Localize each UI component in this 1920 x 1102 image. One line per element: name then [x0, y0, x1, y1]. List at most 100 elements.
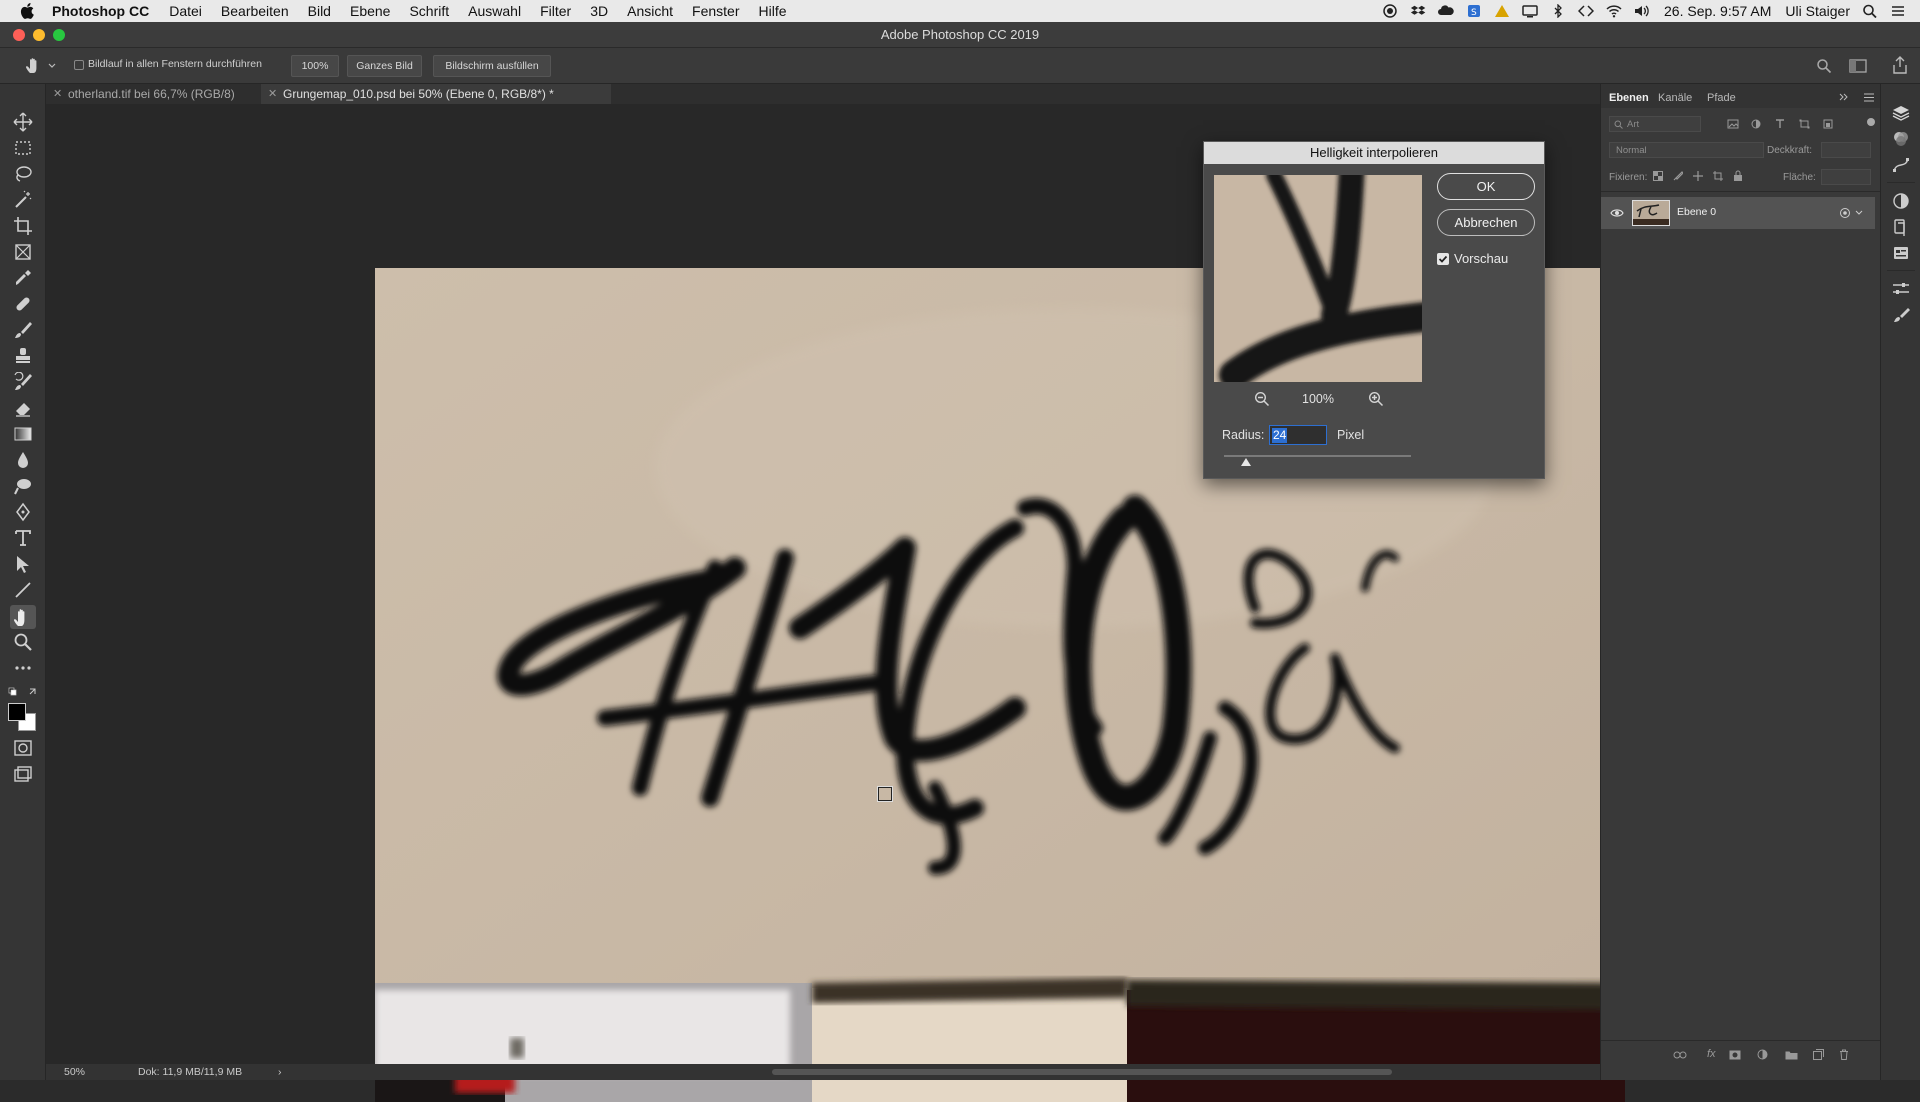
chevron-down-icon[interactable]	[1855, 210, 1863, 216]
chevron-down-icon[interactable]	[48, 63, 56, 69]
collapse-panel-icon[interactable]	[1839, 93, 1849, 101]
lock-all-icon[interactable]	[1733, 170, 1743, 181]
menu-auswahl[interactable]: Auswahl	[468, 3, 521, 19]
ok-button[interactable]: OK	[1437, 173, 1535, 200]
hand-tool-preset-icon[interactable]	[24, 56, 44, 76]
warning-icon[interactable]	[1494, 4, 1510, 18]
pen-tool-icon[interactable]	[13, 502, 33, 522]
minimize-window-button[interactable]	[33, 29, 45, 41]
wifi-icon[interactable]	[1606, 4, 1622, 18]
menu-fenster[interactable]: Fenster	[692, 3, 739, 19]
zoom-in-icon[interactable]	[1368, 391, 1384, 407]
display-icon[interactable]	[1522, 4, 1538, 18]
menu-datei[interactable]: Datei	[169, 3, 202, 19]
screen-mode-icon[interactable]	[13, 764, 33, 784]
zoom-level[interactable]: 50%	[64, 1064, 85, 1080]
close-tab-icon[interactable]: ✕	[268, 84, 277, 104]
scroll-all-windows-checkbox[interactable]	[74, 60, 84, 70]
lock-position-icon[interactable]	[1693, 171, 1703, 181]
quick-mask-icon[interactable]	[13, 738, 33, 758]
share-icon[interactable]	[1892, 56, 1908, 74]
code-brackets-icon[interactable]	[1578, 4, 1594, 18]
libraries-panel-icon[interactable]	[1892, 218, 1910, 236]
dropbox-icon[interactable]	[1410, 4, 1426, 18]
gradient-tool-icon[interactable]	[13, 424, 33, 444]
zoom-tool-icon[interactable]	[13, 632, 33, 652]
brushes-panel-icon[interactable]	[1892, 306, 1910, 324]
history-brush-tool-icon[interactable]	[13, 372, 33, 392]
status-info-arrow[interactable]: ›	[278, 1064, 282, 1080]
close-tab-icon[interactable]: ✕	[53, 84, 62, 104]
fill-field[interactable]	[1821, 169, 1871, 185]
menubar-user[interactable]: Uli Staiger	[1785, 3, 1850, 19]
crop-tool-icon[interactable]	[13, 216, 33, 236]
horizontal-scrollbar[interactable]	[772, 1069, 1392, 1075]
creative-cloud-icon[interactable]	[1438, 4, 1454, 18]
zoom-window-button[interactable]	[53, 29, 65, 41]
lock-artboard-icon[interactable]	[1713, 171, 1723, 181]
properties-panel-icon[interactable]	[1892, 244, 1910, 262]
marquee-tool-icon[interactable]	[13, 138, 33, 158]
filter-type-icon[interactable]	[1775, 119, 1785, 129]
new-group-icon[interactable]	[1785, 1050, 1798, 1060]
menu-ebene[interactable]: Ebene	[350, 3, 390, 19]
type-tool-icon[interactable]	[13, 528, 33, 548]
menu-3d[interactable]: 3D	[590, 3, 608, 19]
layers-panel-icon[interactable]	[1892, 104, 1910, 122]
dodge-tool-icon[interactable]	[13, 476, 33, 496]
app-menu[interactable]: Photoshop CC	[52, 3, 149, 19]
menubar-clock[interactable]: 26. Sep. 9:57 AM	[1664, 3, 1771, 19]
layer-name[interactable]: Ebene 0	[1677, 206, 1716, 218]
paths-panel-icon[interactable]	[1892, 156, 1910, 174]
blend-mode-select[interactable]: Normal	[1609, 142, 1764, 158]
foreground-color-swatch[interactable]	[8, 703, 26, 721]
tab-pfade[interactable]: Pfade	[1707, 92, 1736, 104]
frame-tool-icon[interactable]	[13, 242, 33, 262]
tab-otherland[interactable]: ✕ otherland.tif bei 66,7% (RGB/8)	[46, 84, 261, 104]
line-tool-icon[interactable]	[13, 580, 33, 600]
app-status-icon[interactable]: S	[1466, 4, 1482, 18]
search-icon[interactable]	[1816, 58, 1832, 74]
layer-style-icon[interactable]: fx	[1707, 1048, 1716, 1060]
adjustments-panel-icon[interactable]	[1892, 192, 1910, 210]
opacity-field[interactable]	[1821, 142, 1871, 158]
path-selection-tool-icon[interactable]	[13, 554, 33, 574]
layer-filter-select[interactable]: Art	[1609, 116, 1701, 132]
lasso-tool-icon[interactable]	[13, 164, 33, 184]
zoom-out-icon[interactable]	[1254, 391, 1270, 407]
default-swap-colors-icon[interactable]	[8, 687, 38, 699]
record-icon[interactable]	[1382, 4, 1398, 18]
menu-bild[interactable]: Bild	[308, 3, 331, 19]
more-tools-icon[interactable]	[13, 658, 33, 678]
magic-wand-tool-icon[interactable]	[13, 190, 33, 210]
fill-screen-button[interactable]: Bildschirm ausfüllen	[433, 55, 551, 77]
fit-screen-button[interactable]: Ganzes Bild	[347, 55, 422, 77]
menu-schrift[interactable]: Schrift	[409, 3, 449, 19]
workspace-switcher-icon[interactable]	[1849, 58, 1867, 74]
panel-menu-icon[interactable]	[1863, 93, 1875, 102]
channels-panel-icon[interactable]	[1892, 130, 1910, 148]
menu-bearbeiten[interactable]: Bearbeiten	[221, 3, 289, 19]
layer-row[interactable]: Ebene 0	[1601, 197, 1875, 229]
filter-toggle[interactable]	[1867, 118, 1875, 126]
blur-tool-icon[interactable]	[13, 450, 33, 470]
filter-adjustment-icon[interactable]	[1751, 119, 1761, 129]
visibility-eye-icon[interactable]	[1610, 208, 1624, 218]
menu-filter[interactable]: Filter	[540, 3, 571, 19]
healing-brush-tool-icon[interactable]	[13, 294, 33, 314]
doc-size[interactable]: Dok: 11,9 MB/11,9 MB	[138, 1064, 242, 1080]
filter-preview[interactable]	[1214, 175, 1422, 382]
filter-pixel-icon[interactable]	[1727, 119, 1739, 129]
lock-pixels-icon[interactable]	[1673, 171, 1683, 181]
brush-settings-icon[interactable]	[1892, 280, 1910, 298]
tab-kanaele[interactable]: Kanäle	[1658, 92, 1692, 104]
menu-hilfe[interactable]: Hilfe	[759, 3, 787, 19]
tab-grungemap[interactable]: ✕ Grungemap_010.psd bei 50% (Ebene 0, RG…	[261, 84, 611, 104]
tab-ebenen[interactable]: Ebenen	[1609, 92, 1649, 104]
eyedropper-tool-icon[interactable]	[13, 268, 33, 288]
bluetooth-icon[interactable]	[1550, 4, 1566, 18]
add-mask-icon[interactable]	[1729, 1050, 1741, 1060]
spotlight-search-icon[interactable]	[1862, 4, 1878, 18]
link-layers-icon[interactable]	[1673, 1050, 1687, 1060]
close-window-button[interactable]	[13, 29, 25, 41]
